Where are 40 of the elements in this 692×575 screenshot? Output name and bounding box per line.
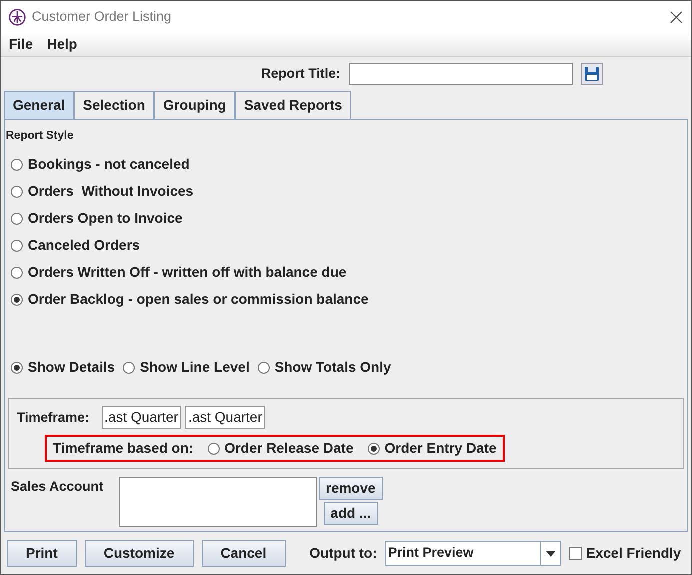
section-heading: Report Style [6, 129, 75, 144]
radio-option[interactable]: Show Totals Only [258, 357, 392, 378]
radio-option[interactable]: Show Details [11, 357, 116, 378]
radio-option[interactable]: Order Release Date [208, 438, 354, 460]
radio-option[interactable]: Orders Without Invoices [11, 181, 194, 202]
save-button[interactable] [580, 63, 603, 85]
tab[interactable]: General [4, 91, 74, 119]
menu-item[interactable]: Help [47, 34, 78, 55]
tab[interactable]: Saved Reports [235, 91, 352, 119]
text-field[interactable] [348, 63, 573, 85]
list-box[interactable] [119, 477, 317, 528]
checkbox[interactable] [569, 547, 582, 560]
tab[interactable]: Selection [74, 91, 154, 119]
radio-option[interactable]: Order Entry Date [368, 438, 497, 460]
text-field[interactable]: .ast Quarter [185, 406, 266, 430]
field-label: Timeframe based on: [53, 439, 194, 458]
close-icon[interactable] [670, 10, 683, 24]
action-button[interactable]: remove [319, 477, 383, 500]
field-label: Sales Account [11, 478, 105, 496]
field-label: Timeframe: [17, 408, 90, 427]
window-title: Customer Order Listing [32, 8, 172, 26]
text-field[interactable]: .ast Quarter [102, 406, 182, 430]
action-button[interactable]: Customize [84, 540, 194, 567]
field-label: Report Title: [261, 64, 341, 83]
radio-option[interactable]: Orders Written Off - written off with balance due [11, 262, 347, 284]
radio-option[interactable]: Orders Open to Invoice [11, 208, 183, 230]
radio-option[interactable]: Bookings - not canceled [11, 154, 190, 176]
dropdown[interactable]: Print Preview [385, 541, 562, 566]
action-button[interactable]: Cancel [202, 540, 286, 567]
field-label: Output to: [310, 544, 378, 564]
radio-option[interactable]: Canceled Orders [11, 235, 140, 256]
checkbox-label: Excel Friendly [586, 544, 682, 564]
radio-option[interactable]: Order Backlog - open sales or commission balance [11, 289, 369, 310]
radio-option[interactable]: Show Line Level [123, 357, 250, 378]
action-button[interactable]: Print [7, 540, 77, 567]
caret-icon [546, 550, 556, 557]
app-logo-icon [9, 8, 26, 26]
tab[interactable]: Grouping [154, 91, 236, 119]
action-button[interactable]: add ... [324, 502, 378, 525]
menu-item[interactable]: File [9, 34, 34, 55]
